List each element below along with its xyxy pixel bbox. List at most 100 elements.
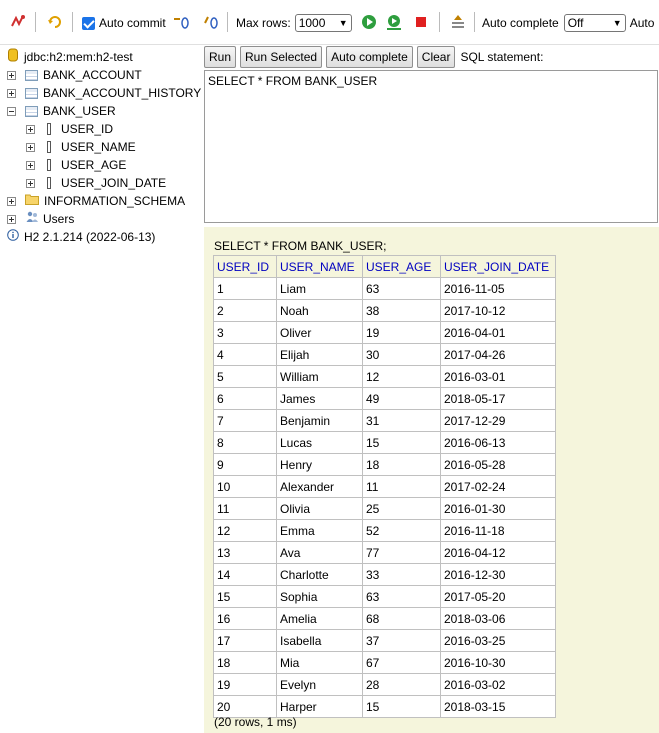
run-selected-icon[interactable] [385, 13, 403, 31]
table-cell: 10 [213, 475, 277, 498]
table-cell: Isabella [276, 629, 363, 652]
column-header[interactable]: USER_NAME [276, 255, 363, 278]
auto-commit-checkbox[interactable] [82, 16, 95, 30]
tree-item-column-user-age[interactable]: USER_AGE [26, 156, 126, 174]
column-icon [47, 141, 51, 153]
collapse-icon[interactable] [7, 106, 16, 116]
rollback-icon[interactable] [46, 13, 64, 31]
table-cell: 13 [213, 541, 277, 564]
table-cell: 2016-11-18 [440, 519, 556, 542]
tree-item-bank-user[interactable]: BANK_USER [7, 102, 116, 120]
table-cell: 49 [362, 387, 441, 410]
tree-item-bank-account[interactable]: BANK_ACCOUNT [7, 66, 142, 84]
expand-icon[interactable] [7, 214, 16, 224]
table-cell: 2 [213, 299, 277, 322]
table-cell: 2016-01-30 [440, 497, 556, 520]
table-cell: 2017-10-12 [440, 299, 556, 322]
column-header[interactable]: USER_AGE [362, 255, 441, 278]
expand-icon[interactable] [7, 196, 16, 206]
tree-item-column-user-join-date[interactable]: USER_JOIN_DATE [26, 174, 166, 192]
table-row: 12 Emma 52 2016-11-18 [213, 519, 556, 542]
stop-icon[interactable] [412, 13, 430, 31]
tree-item-users[interactable]: Users [7, 210, 74, 228]
history-icon[interactable] [449, 13, 467, 31]
info-icon [7, 228, 19, 246]
sql-statement-label: SQL statement: [460, 50, 544, 64]
table-cell: 2017-04-26 [440, 343, 556, 366]
table-header-row: USER_ID USER_NAME USER_AGE USER_JOIN_DAT… [213, 255, 556, 278]
column-icon [47, 123, 51, 135]
auto-complete-select[interactable]: Off ▼ [563, 14, 626, 32]
table-cell: 2016-11-05 [440, 277, 556, 300]
table-cell: William [276, 365, 363, 388]
table-row: 5 William 12 2016-03-01 [213, 365, 556, 388]
expand-icon[interactable] [26, 124, 35, 134]
table-cell: 67 [362, 651, 441, 674]
table-row: 19 Evelyn 28 2016-03-02 [213, 673, 556, 696]
auto-complete-label: Auto complete [482, 16, 559, 30]
auto-commit-label: Auto commit [99, 16, 166, 30]
run-icon[interactable] [360, 13, 378, 31]
table-cell: 2016-03-02 [440, 673, 556, 696]
table-cell: 68 [362, 607, 441, 630]
table-cell: Ava [276, 541, 363, 564]
table-cell: 38 [362, 299, 441, 322]
run-button[interactable]: Run [204, 46, 237, 68]
column-icon [47, 159, 51, 171]
max-rows-select[interactable]: 1000 ▼ [294, 14, 352, 32]
table-cell: 1 [213, 277, 277, 300]
table-cell: Amelia [276, 607, 363, 630]
expand-icon[interactable] [26, 142, 35, 152]
sql-editor[interactable]: SELECT * FROM BANK_USER [204, 70, 658, 223]
table-row: 17 Isabella 37 2016-03-25 [213, 629, 556, 652]
table-cell: 7 [213, 409, 277, 432]
table-cell: Emma [276, 519, 363, 542]
table-row: 14 Charlotte 33 2016-12-30 [213, 563, 556, 586]
tree-item-column-user-name[interactable]: USER_NAME [26, 138, 136, 156]
expand-icon[interactable] [7, 88, 16, 98]
table-icon [25, 87, 38, 99]
table-cell: Noah [276, 299, 363, 322]
table-cell: 63 [362, 277, 441, 300]
table-cell: 14 [213, 563, 277, 586]
table-row: 10 Alexander 11 2017-02-24 [213, 475, 556, 498]
tree-item-information-schema[interactable]: INFORMATION_SCHEMA [7, 192, 185, 210]
auto-commit-toggle[interactable]: Auto commit [82, 13, 166, 33]
table-cell: 2018-05-17 [440, 387, 556, 410]
tree-connection[interactable]: jdbc:h2:mem:h2-test [8, 48, 133, 66]
database-icon [8, 48, 18, 67]
table-row: 3 Oliver 19 2016-04-01 [213, 321, 556, 344]
table-cell: 2017-12-29 [440, 409, 556, 432]
commit-icon[interactable] [172, 13, 190, 31]
table-cell: 6 [213, 387, 277, 410]
auto-complete-control: Auto complete Off ▼ Auto [482, 13, 654, 33]
table-row: 2 Noah 38 2017-10-12 [213, 299, 556, 322]
expand-icon[interactable] [7, 70, 16, 80]
chevron-down-icon: ▼ [612, 18, 622, 28]
table-cell: 19 [213, 673, 277, 696]
result-summary: (20 rows, 1 ms) [214, 715, 297, 729]
rollback-transaction-icon[interactable] [201, 13, 219, 31]
table-cell: 2016-03-25 [440, 629, 556, 652]
table-row: 8 Lucas 15 2016-06-13 [213, 431, 556, 454]
column-header[interactable]: USER_JOIN_DATE [440, 255, 556, 278]
clear-button[interactable]: Clear [416, 46, 456, 68]
table-cell: 33 [362, 563, 441, 586]
expand-icon[interactable] [26, 178, 35, 188]
table-row: 7 Benjamin 31 2017-12-29 [213, 409, 556, 432]
table-cell: 2017-05-20 [440, 585, 556, 608]
run-selected-button[interactable]: Run Selected [240, 46, 323, 68]
table-cell: 18 [362, 453, 441, 476]
auto-complete-button[interactable]: Auto complete [326, 46, 413, 68]
table-cell: 9 [213, 453, 277, 476]
refresh-icon[interactable] [9, 13, 27, 31]
tree-item-bank-account-history[interactable]: BANK_ACCOUNT_HISTORY [7, 84, 201, 102]
table-cell: 12 [213, 519, 277, 542]
table-row: 15 Sophia 63 2017-05-20 [213, 585, 556, 608]
table-cell: 2016-12-30 [440, 563, 556, 586]
table-cell: 2016-04-12 [440, 541, 556, 564]
tree-item-column-user-id[interactable]: USER_ID [26, 120, 113, 138]
toolbar: Auto commit Max rows: 1000 ▼ Auto comple… [0, 0, 659, 45]
expand-icon[interactable] [26, 160, 35, 170]
column-header[interactable]: USER_ID [213, 255, 277, 278]
